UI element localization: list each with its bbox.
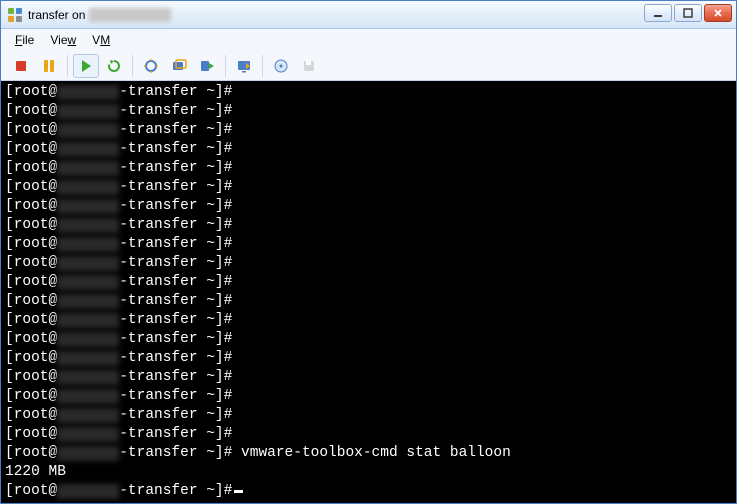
- hostname-redacted: [57, 370, 119, 385]
- maximize-button[interactable]: [674, 4, 702, 22]
- terminal-line: [root@-transfer ~]#: [5, 140, 732, 159]
- hostname-redacted: [57, 446, 119, 461]
- hostname-redacted: [57, 142, 119, 157]
- snapshot-button[interactable]: [138, 54, 164, 78]
- cd-button[interactable]: [268, 54, 294, 78]
- terminal-line: [root@-transfer ~]#: [5, 178, 732, 197]
- hostname-redacted: [57, 294, 119, 309]
- hostname-redacted: [57, 123, 119, 138]
- hostname-redacted: [57, 161, 119, 176]
- title-prefix: transfer on: [28, 8, 85, 22]
- terminal-line: [root@-transfer ~]#: [5, 425, 732, 444]
- window-controls: [644, 4, 732, 22]
- console-button[interactable]: [231, 54, 257, 78]
- terminal-line: [root@-transfer ~]#: [5, 273, 732, 292]
- toolbar-separator: [225, 55, 226, 77]
- stop-button[interactable]: [8, 54, 34, 78]
- terminal-line: [root@-transfer ~]#: [5, 330, 732, 349]
- terminal-line: [root@-transfer ~]# vmware-toolbox-cmd s…: [5, 444, 732, 463]
- pause-button[interactable]: [36, 54, 62, 78]
- close-button[interactable]: [704, 4, 732, 22]
- terminal-line: [root@-transfer ~]#: [5, 349, 732, 368]
- hostname-redacted: [57, 332, 119, 347]
- play-button[interactable]: [73, 54, 99, 78]
- title-hostname-redacted: [89, 8, 171, 22]
- terminal-line: [root@-transfer ~]#: [5, 197, 732, 216]
- toolbar-separator: [67, 55, 68, 77]
- terminal-line: [root@-transfer ~]#: [5, 83, 732, 102]
- hostname-redacted: [57, 218, 119, 233]
- window-title: transfer on: [28, 8, 171, 22]
- hostname-redacted: [57, 484, 119, 499]
- hostname-redacted: [57, 275, 119, 290]
- terminal-line: [root@-transfer ~]#: [5, 254, 732, 273]
- menu-vm[interactable]: VM: [86, 31, 116, 49]
- menu-file[interactable]: File: [9, 31, 40, 49]
- toolbar-separator: [262, 55, 263, 77]
- minimize-button[interactable]: [644, 4, 672, 22]
- terminal-line: [root@-transfer ~]#: [5, 102, 732, 121]
- hostname-redacted: [57, 351, 119, 366]
- toolbar-separator: [132, 55, 133, 77]
- app-icon: [7, 7, 23, 23]
- hostname-redacted: [57, 180, 119, 195]
- toolbar: [1, 51, 736, 81]
- titlebar: transfer on: [1, 1, 736, 29]
- terminal-line: [root@-transfer ~]#: [5, 387, 732, 406]
- hostname-redacted: [57, 104, 119, 119]
- terminal-line: [root@-transfer ~]#: [5, 311, 732, 330]
- terminal-line: [root@-transfer ~]#: [5, 216, 732, 235]
- hostname-redacted: [57, 408, 119, 423]
- hostname-redacted: [57, 427, 119, 442]
- hostname-redacted: [57, 389, 119, 404]
- snapshot-manager-button[interactable]: [166, 54, 192, 78]
- hostname-redacted: [57, 237, 119, 252]
- terminal-line: [root@-transfer ~]#: [5, 368, 732, 387]
- terminal-line: [root@-transfer ~]#: [5, 121, 732, 140]
- terminal-line: [root@-transfer ~]#: [5, 235, 732, 254]
- cursor: [234, 490, 243, 493]
- terminal-line: [root@-transfer ~]#: [5, 159, 732, 178]
- terminal-line: [root@-transfer ~]#: [5, 292, 732, 311]
- hostname-redacted: [57, 199, 119, 214]
- hostname-redacted: [57, 256, 119, 271]
- hostname-redacted: [57, 313, 119, 328]
- menu-view[interactable]: View: [44, 31, 82, 49]
- restart-button[interactable]: [101, 54, 127, 78]
- hostname-redacted: [57, 85, 119, 100]
- menubar: File View VM: [1, 29, 736, 51]
- terminal[interactable]: [root@-transfer ~]#[root@-transfer ~]#[r…: [1, 81, 736, 503]
- terminal-output: 1220 MB: [5, 463, 732, 482]
- revert-button[interactable]: [194, 54, 220, 78]
- terminal-line: [root@-transfer ~]#: [5, 406, 732, 425]
- terminal-line: [root@-transfer ~]#: [5, 482, 732, 501]
- floppy-button[interactable]: [296, 54, 322, 78]
